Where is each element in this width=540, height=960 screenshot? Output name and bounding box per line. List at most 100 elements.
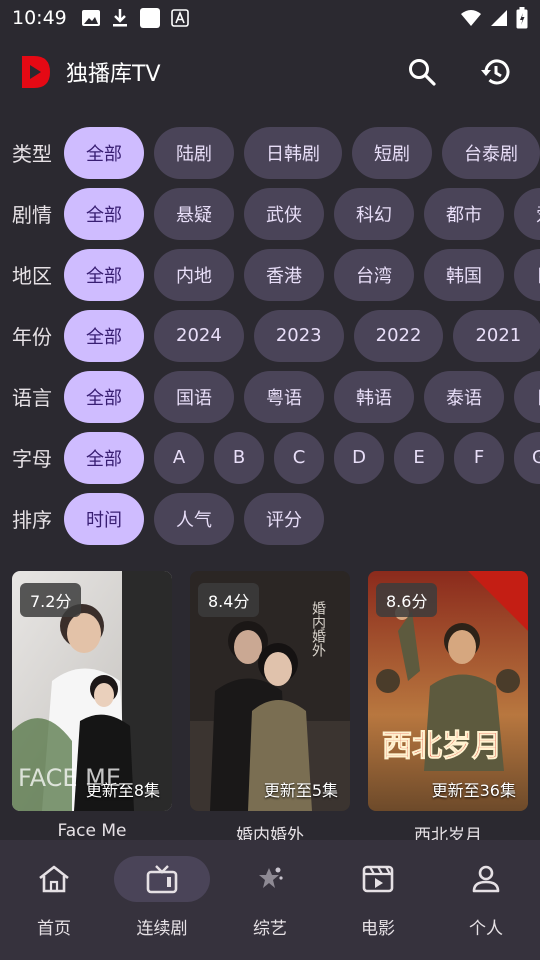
poster-image[interactable]: FACE ME 7.2分 更新至8集 — [12, 571, 172, 811]
wifi-icon — [461, 10, 481, 26]
poster-text: 婚内婚外 — [310, 601, 326, 657]
bottom-nav: 首页 连续剧 综艺 电影 个人 — [0, 840, 540, 960]
filter-row-region: 地区 全部 内地 香港 台湾 韩国 日本 — [0, 244, 540, 305]
nav-active-indicator — [114, 856, 210, 902]
filter-row-type: 类型 全部 陆剧 日韩剧 短剧 台泰剧 — [0, 122, 540, 183]
chip[interactable]: 爱情 — [514, 187, 540, 240]
search-icon[interactable] — [408, 58, 436, 86]
filter-label: 语言 — [12, 386, 52, 410]
series-grid: FACE ME 7.2分 更新至8集 Face Me 婚内婚外 8.4分 更新至… — [12, 571, 540, 846]
filter-row-letter: 字母 全部 A B C D E F G — [0, 427, 540, 488]
nav-label: 连续剧 — [136, 919, 188, 939]
chip-all[interactable]: 全部 — [64, 126, 144, 179]
chip-sort-popularity[interactable]: 人气 — [154, 492, 234, 545]
filter-row-sort: 排序 时间 人气 评分 — [0, 488, 540, 549]
app-title: 独播库TV — [66, 62, 161, 87]
nav-home[interactable]: 首页 — [0, 840, 108, 960]
filter-row-year: 年份 全部 2024 2023 2022 2021 2020 — [0, 305, 540, 366]
chip-all[interactable]: 全部 — [64, 431, 144, 484]
chip[interactable]: 2022 — [353, 309, 444, 362]
home-icon — [39, 865, 69, 893]
card-title: Face Me — [57, 821, 127, 841]
rating-badge: 8.4分 — [198, 583, 260, 617]
chip-all[interactable]: 全部 — [64, 309, 144, 362]
chip-sort-rating[interactable]: 评分 — [244, 492, 324, 545]
star-icon — [259, 867, 283, 888]
app-header: 独播库TV — [0, 36, 540, 108]
history-icon[interactable] — [480, 58, 510, 86]
series-card[interactable]: 婚内婚外 8.4分 更新至5集 婚内婚外 — [190, 571, 350, 846]
chip[interactable]: 内地 — [154, 248, 234, 301]
filter-row-language: 语言 全部 国语 粤语 韩语 泰语 日语 — [0, 366, 540, 427]
chip-letter[interactable]: E — [394, 431, 444, 484]
chip-letter[interactable]: A — [154, 431, 204, 484]
chip[interactable]: 日语 — [514, 370, 540, 423]
nav-series[interactable]: 连续剧 — [108, 840, 216, 960]
chip[interactable]: 陆剧 — [154, 126, 234, 179]
chip[interactable]: 香港 — [244, 248, 324, 301]
chip-letter[interactable]: G — [514, 431, 540, 484]
tv-icon — [146, 865, 178, 894]
filter-panel: 类型 全部 陆剧 日韩剧 短剧 台泰剧 剧情 全部 悬疑 武侠 科幻 都市 爱情… — [0, 122, 540, 549]
chip-letter[interactable]: D — [334, 431, 384, 484]
poster-text: 西北岁月 — [382, 729, 502, 764]
battery-icon — [516, 7, 528, 29]
filter-label: 排序 — [12, 508, 52, 532]
chip[interactable]: 国语 — [154, 370, 234, 423]
chip-all[interactable]: 全部 — [64, 370, 144, 423]
download-icon — [112, 9, 127, 27]
chip[interactable]: 泰语 — [424, 370, 504, 423]
rating-badge: 8.6分 — [376, 583, 438, 617]
chip-all[interactable]: 全部 — [64, 187, 144, 240]
chip[interactable]: 科幻 — [334, 187, 414, 240]
update-status: 更新至8集 — [85, 781, 160, 800]
chip[interactable]: 日韩剧 — [244, 126, 342, 179]
chip[interactable]: 短剧 — [352, 126, 432, 179]
chip[interactable]: 都市 — [424, 187, 504, 240]
chip-all[interactable]: 全部 — [64, 248, 144, 301]
chip[interactable]: 2023 — [253, 309, 344, 362]
filter-label: 字母 — [12, 447, 52, 471]
chip[interactable]: 武侠 — [244, 187, 324, 240]
keyboard-a-icon — [170, 9, 189, 27]
status-time: 10:49 — [12, 7, 67, 29]
series-card[interactable]: 西北岁月 8.6分 更新至36集 西北岁月 — [368, 571, 528, 846]
status-bar: 10:49 — [0, 0, 540, 36]
chip[interactable]: 2024 — [154, 309, 244, 362]
nav-variety[interactable]: 综艺 — [216, 840, 324, 960]
update-status: 更新至36集 — [431, 781, 516, 800]
chip[interactable]: 日本 — [514, 248, 540, 301]
chip[interactable]: 粤语 — [244, 370, 324, 423]
signal-icon — [491, 10, 507, 26]
chip[interactable]: 韩语 — [334, 370, 414, 423]
filter-label: 类型 — [12, 142, 52, 166]
update-status: 更新至5集 — [263, 781, 338, 800]
chip-letter[interactable]: F — [454, 431, 504, 484]
filter-label: 剧情 — [12, 203, 52, 227]
nav-movie[interactable]: 电影 — [324, 840, 432, 960]
poster-image[interactable]: 西北岁月 8.6分 更新至36集 — [368, 571, 528, 811]
rating-badge: 7.2分 — [20, 583, 82, 617]
nav-label: 电影 — [361, 919, 395, 939]
chip-sort-time[interactable]: 时间 — [64, 492, 144, 545]
gallery-icon — [81, 10, 100, 26]
app-logo-icon — [22, 56, 50, 88]
poster-image[interactable]: 婚内婚外 8.4分 更新至5集 — [190, 571, 350, 811]
filter-label: 地区 — [12, 264, 52, 288]
movie-icon — [362, 865, 394, 893]
chip-letter[interactable]: C — [274, 431, 324, 484]
person-icon — [472, 865, 500, 893]
nav-label: 首页 — [37, 919, 71, 939]
chip[interactable]: 悬疑 — [154, 187, 234, 240]
nav-label: 个人 — [469, 919, 503, 939]
chip[interactable]: 台湾 — [334, 248, 414, 301]
chip[interactable]: 韩国 — [424, 248, 504, 301]
series-card[interactable]: FACE ME 7.2分 更新至8集 Face Me — [12, 571, 172, 846]
chip[interactable]: 台泰剧 — [442, 126, 540, 179]
filter-label: 年份 — [12, 325, 52, 349]
square-icon — [139, 8, 160, 28]
chip-letter[interactable]: B — [214, 431, 264, 484]
nav-profile[interactable]: 个人 — [432, 840, 540, 960]
nav-label: 综艺 — [253, 919, 287, 939]
chip[interactable]: 2021 — [453, 309, 540, 362]
